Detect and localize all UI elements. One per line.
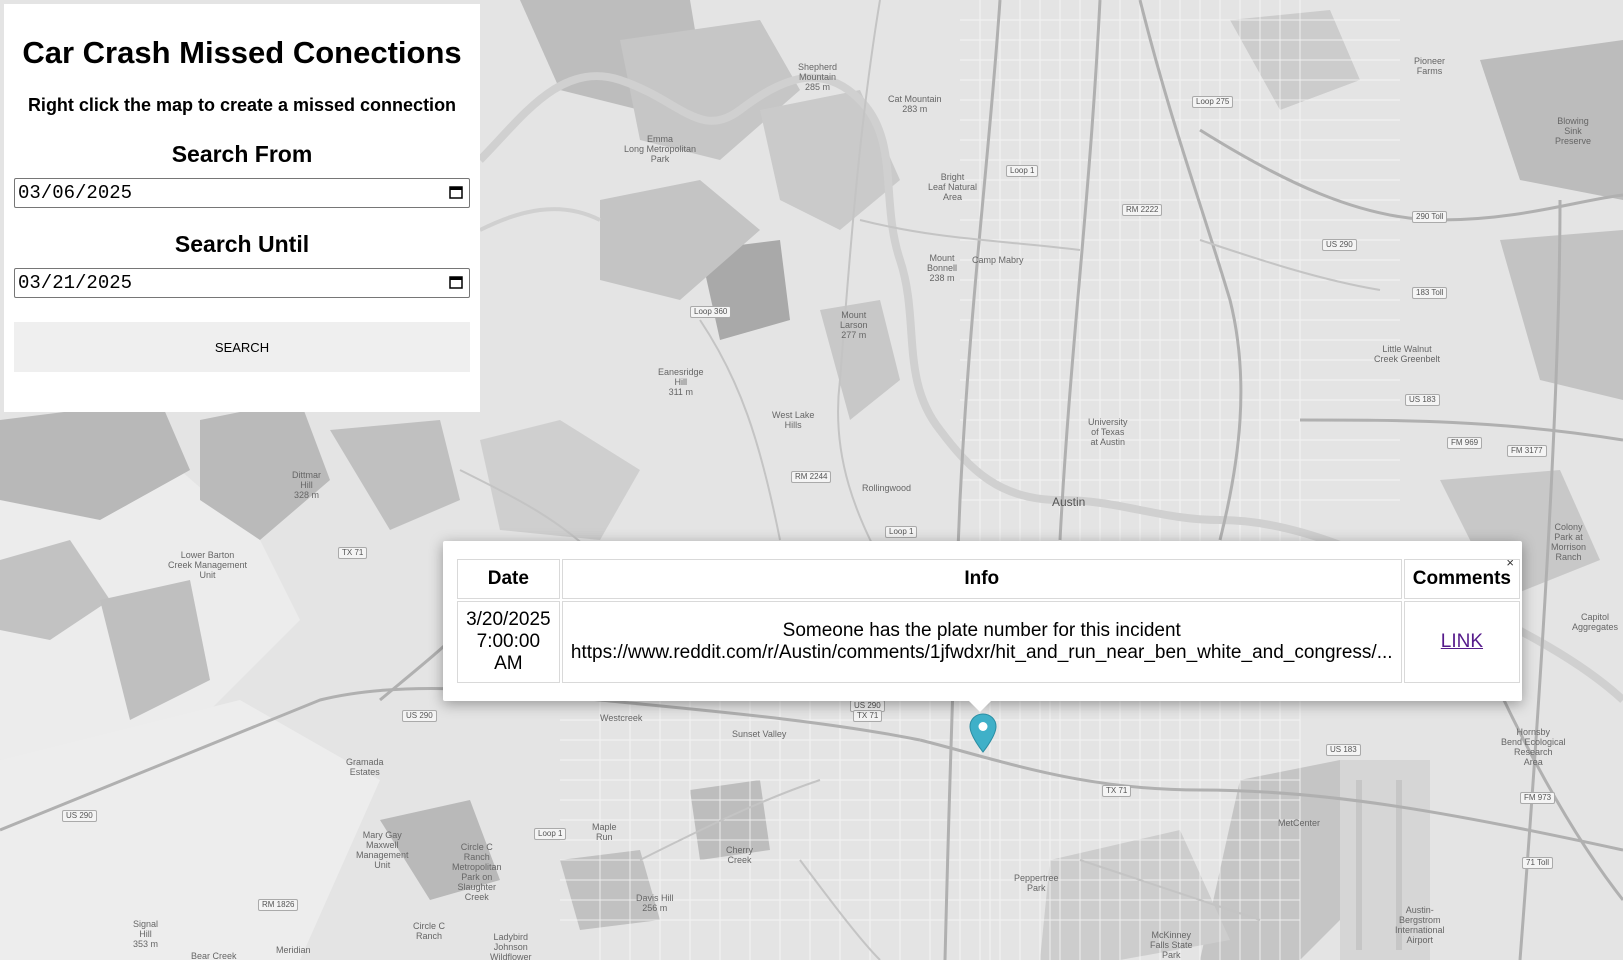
shield-183-toll: 183 Toll <box>1412 287 1448 299</box>
shield-rm1826: RM 1826 <box>258 899 299 911</box>
map-label-maple-run: Maple Run <box>592 822 617 842</box>
table-row: 3/20/2025 7:00:00 AM Someone has the pla… <box>457 601 1520 683</box>
shield-fm973: FM 973 <box>1520 792 1556 804</box>
map-label-circle-c-ranch: Circle C Ranch <box>413 921 446 941</box>
search-until-date-value: 03/21/2025 <box>18 272 133 294</box>
map-label-capitol: Capitol Aggregates <box>1572 612 1619 632</box>
shield-fm3177: FM 3177 <box>1507 445 1547 457</box>
map-label-eanesridge: Eanesridge Hill 311 m <box>658 367 704 397</box>
shield-loop1-sw: Loop 1 <box>534 828 567 840</box>
search-from-label: Search From <box>171 141 313 167</box>
search-until-label: Search Until <box>174 231 310 257</box>
map-label-cat-mountain: Cat Mountain 283 m <box>888 94 942 114</box>
crash-comments-cell: LINK <box>1403 601 1520 683</box>
crash-ampm-line: AM <box>494 653 523 674</box>
map-label-meridian: Meridian <box>276 945 311 955</box>
shield-rm2244: RM 2244 <box>791 471 832 483</box>
map-label-ladybird: Ladybird Johnson Wildflower <box>490 932 532 960</box>
map-label-signal-hill: Signal Hill 353 m <box>133 919 159 949</box>
shield-us183-se: US 183 <box>1326 744 1361 756</box>
map-label-pioneer: Pioneer Farms <box>1414 56 1446 76</box>
map-label-airport: Austin- Bergstrom International Airport <box>1395 905 1445 945</box>
map-marker-icon[interactable] <box>969 713 997 753</box>
search-from-date-input[interactable]: 03/06/2025 <box>14 178 470 208</box>
comments-link[interactable]: LINK <box>1441 631 1483 652</box>
map-label-westcreek: Westcreek <box>600 713 643 723</box>
shield-loop360: Loop 360 <box>690 306 732 318</box>
crash-date-line: 3/20/2025 <box>466 609 551 630</box>
map-label-blowing-sink: Blowing Sink Preserve <box>1555 116 1592 146</box>
map-label-mount-larson: Mount Larson 277 m <box>840 310 868 340</box>
page-title: Car Crash Missed Conections <box>22 35 462 70</box>
map-label-austin: Austin <box>1052 495 1086 509</box>
header-comments: Comments <box>1403 559 1520 599</box>
shield-us290-sw: US 290 <box>62 810 97 822</box>
header-date: Date <box>457 559 560 599</box>
crash-info-cell: Someone has the plate number for this in… <box>561 601 1402 683</box>
shield-us290-n: US 290 <box>1322 239 1357 251</box>
crash-table: Date Info Comments 3/20/2025 7:00:00 AM … <box>455 557 1522 685</box>
map-label-rollingwood: Rollingwood <box>862 483 912 493</box>
map-label-colony-park: Colony Park at Morrison Ranch <box>1551 522 1587 562</box>
shield-us290-w: US 290 <box>402 710 437 722</box>
map-label-bear-creek: Bear Creek <box>191 951 237 960</box>
map-label-metcenter: MetCenter <box>1278 818 1321 828</box>
map-label-sunset-valley: Sunset Valley <box>732 729 787 739</box>
instruction-text: Right click the map to create a missed c… <box>27 95 457 115</box>
table-header-row: Date Info Comments <box>457 559 1520 599</box>
shield-tx71-e: TX 71 <box>1102 785 1132 797</box>
shield-71-toll: 71 Toll <box>1522 857 1553 869</box>
crash-time-line: 7:00:00 <box>476 631 541 652</box>
search-until-date-input[interactable]: 03/21/2025 <box>14 268 470 298</box>
header-info: Info <box>561 559 1402 599</box>
shield-290-toll: 290 Toll <box>1412 211 1448 223</box>
search-button[interactable]: SEARCH <box>14 322 470 372</box>
map-label-dittmar-hill: Dittmar Hill 328 m <box>292 470 321 500</box>
crash-date-cell: 3/20/2025 7:00:00 AM <box>457 601 560 683</box>
shield-rm2222: RM 2222 <box>1122 204 1163 216</box>
map-label-ut: University of Texas at Austin <box>1088 417 1128 447</box>
map-label-mount-bonnell: Mount Bonnell 238 m <box>927 253 958 283</box>
popup-tip <box>968 700 992 712</box>
map-label-lower-barton: Lower Barton Creek Management Unit <box>168 550 248 580</box>
map-label-bright-leaf: Bright Leaf Natural Area <box>928 172 978 202</box>
map-label-emma-long: Emma Long Metropolitan Park <box>624 134 697 164</box>
map-label-camp-mabry: Camp Mabry <box>972 255 1024 265</box>
shield-loop275: Loop 275 <box>1192 96 1234 108</box>
crash-info-text: Someone has the plate number for this in… <box>782 620 1181 641</box>
shield-fm969: FM 969 <box>1447 437 1483 449</box>
shield-us183-e: US 183 <box>1405 394 1440 406</box>
map-label-west-lake-hills: West Lake Hills <box>772 410 815 430</box>
shield-tx71-w: TX 71 <box>338 547 368 559</box>
map-label-mary-gay: Mary Gay Maxwell Management Unit <box>356 830 409 870</box>
crash-popup: × Date Info Comments 3/20/2025 7:00:00 A… <box>443 541 1522 701</box>
map-label-gramada: Gramada Estates <box>346 757 384 777</box>
map-label-hornsby: Hornsby Bend Ecological Research Area <box>1501 727 1566 767</box>
shield-loop1-s: Loop 1 <box>885 526 918 538</box>
map-label-cherry-creek: Cherry Creek <box>726 845 754 865</box>
map-label-circle-c-park: Circle C Ranch Metropolitan Park on Slau… <box>452 842 502 902</box>
map-label-davis-hill: Davis Hill 256 m <box>636 893 674 913</box>
search-from-date-value: 03/06/2025 <box>18 182 133 204</box>
calendar-icon[interactable] <box>449 275 463 289</box>
calendar-icon[interactable] <box>449 185 463 199</box>
map-label-little-walnut: Little Walnut Creek Greenbelt <box>1374 344 1441 364</box>
map-label-shepherd-mountain: Shepherd Mountain 285 m <box>798 62 838 92</box>
search-panel: Car Crash Missed Conections Right click … <box>4 4 480 412</box>
crash-info-url: https://www.reddit.com/r/Austin/comments… <box>570 642 1393 663</box>
map-label-peppertree: Peppertree Park <box>1014 873 1059 893</box>
shield-tx71-c: TX 71 <box>853 710 883 722</box>
shield-loop1-n: Loop 1 <box>1006 165 1039 177</box>
map-label-mckinney: McKinney Falls State Park <box>1150 930 1193 960</box>
